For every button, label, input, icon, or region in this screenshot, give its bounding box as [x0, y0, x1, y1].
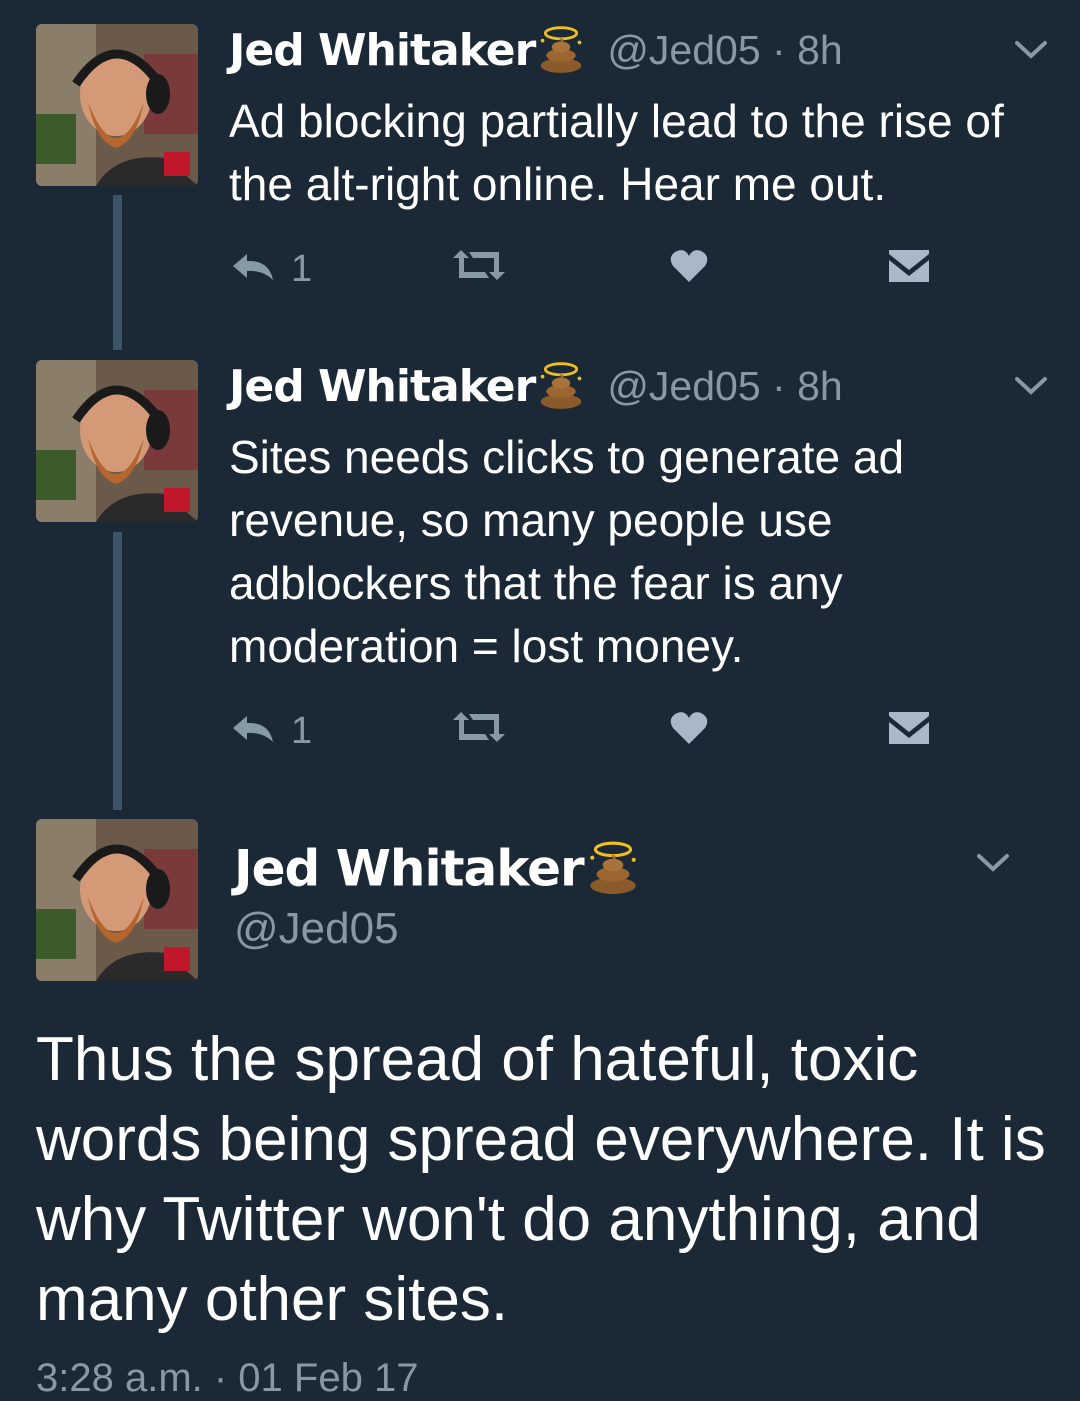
like-button[interactable]: [669, 248, 709, 289]
poop-emoji-icon: [586, 837, 640, 900]
tweet-actions: 1: [229, 248, 949, 292]
author-name[interactable]: Jed Whitaker: [234, 840, 585, 898]
reply-button[interactable]: 1: [231, 248, 312, 291]
reply-button[interactable]: 1: [231, 710, 312, 753]
tweet-header: Jed Whitaker @Jed05 · 8h: [229, 358, 843, 418]
avatar[interactable]: [36, 819, 198, 981]
poop-emoji-icon: [537, 358, 585, 415]
dm-icon: [887, 710, 931, 751]
author-name[interactable]: Jed Whitaker: [229, 361, 536, 412]
direct-message-button[interactable]: [887, 710, 931, 751]
heart-icon: [669, 710, 709, 751]
retweet-icon: [451, 248, 507, 287]
retweet-button[interactable]: [451, 248, 507, 287]
chevron-down-icon[interactable]: [976, 853, 1010, 878]
reply-icon: [231, 714, 275, 749]
retweet-icon: [451, 710, 507, 749]
chevron-down-icon[interactable]: [1014, 40, 1048, 65]
poop-emoji-icon: [537, 22, 585, 79]
direct-message-button[interactable]: [887, 248, 931, 289]
thread-line: [113, 195, 122, 350]
dm-icon: [887, 248, 931, 289]
author-name[interactable]: Jed Whitaker: [229, 25, 536, 76]
like-button[interactable]: [669, 710, 709, 751]
reply-count: 1: [291, 710, 313, 752]
handle-and-time[interactable]: @Jed05 · 8h: [607, 27, 842, 73]
thread-line: [113, 532, 122, 810]
tweet-text: Ad blocking partially lead to the rise o…: [229, 95, 1004, 210]
heart-icon: [669, 248, 709, 289]
chevron-down-icon[interactable]: [1014, 376, 1048, 401]
avatar[interactable]: [36, 360, 198, 522]
reply-icon: [231, 252, 275, 287]
retweet-button[interactable]: [451, 710, 507, 749]
avatar[interactable]: [36, 24, 198, 186]
tweet-text: Sites needs clicks to generate ad revenu…: [229, 431, 905, 672]
reply-count: 1: [291, 248, 313, 290]
main-tweet-text: Thus the spread of hateful, toxic words …: [36, 1025, 1046, 1334]
main-author-block[interactable]: Jed Whitaker @Jed05: [234, 837, 640, 954]
author-handle[interactable]: @Jed05: [234, 904, 640, 954]
tweet-timestamp: 3:28 a.m. · 01 Feb 17: [36, 1356, 419, 1400]
tweet[interactable]: Jed Whitaker @Jed05 · 8h Sites needs clic…: [0, 350, 1080, 815]
tweet[interactable]: Jed Whitaker @Jed05 · 8h Ad blocking part…: [0, 0, 1080, 350]
tweet-actions: 1: [229, 710, 949, 754]
tweet-header: Jed Whitaker @Jed05 · 8h: [229, 22, 843, 82]
handle-and-time[interactable]: @Jed05 · 8h: [607, 363, 842, 409]
